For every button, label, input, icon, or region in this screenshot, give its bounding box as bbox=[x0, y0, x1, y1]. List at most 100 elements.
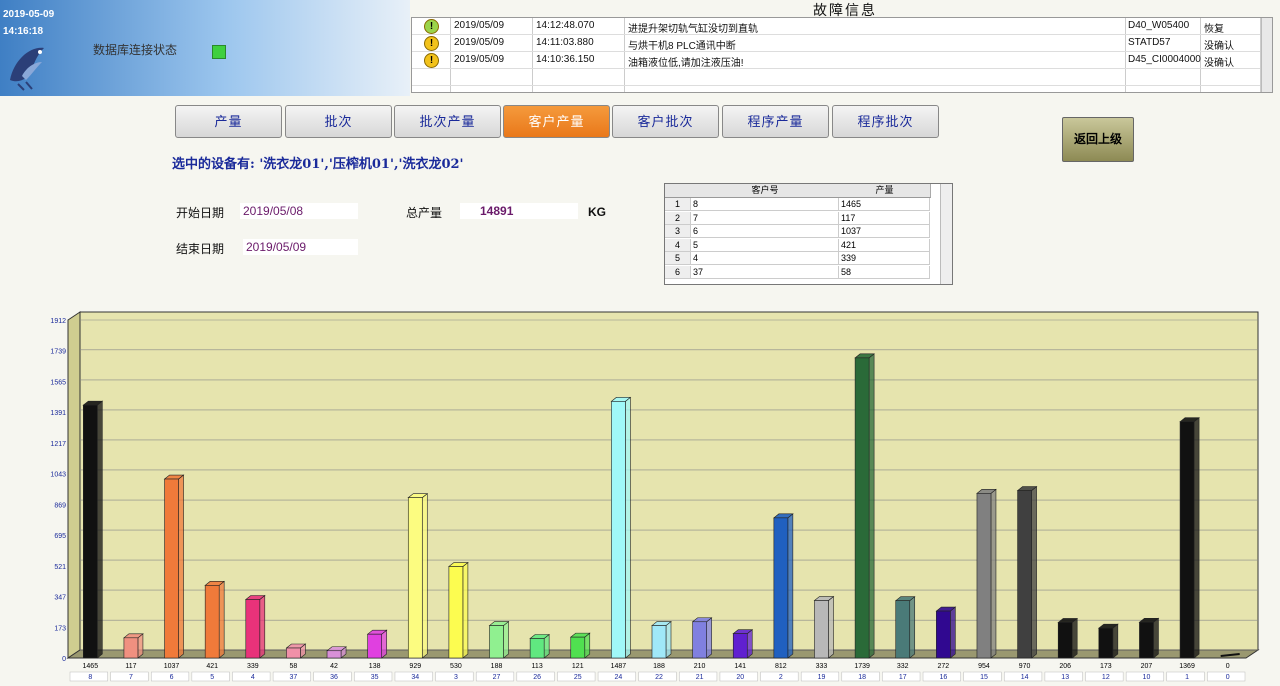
cell-customer: 37 bbox=[691, 265, 839, 279]
tab-output[interactable]: 产量 bbox=[175, 105, 282, 138]
cell-qty: 339 bbox=[839, 252, 930, 265]
bar-value-label: 970 bbox=[1019, 663, 1031, 670]
fault-code: STATD57 bbox=[1128, 37, 1171, 48]
fault-code: D45_CI0004000 bbox=[1128, 54, 1201, 65]
tab-customer-output[interactable]: 客户产量 bbox=[503, 105, 610, 138]
y-tick-label: 173 bbox=[54, 625, 66, 632]
category-label: 5 bbox=[210, 674, 214, 681]
bar bbox=[611, 401, 626, 659]
table-scrollbar[interactable] bbox=[940, 184, 952, 284]
tab-batch-output[interactable]: 批次产量 bbox=[394, 105, 501, 138]
category-label: 37 bbox=[290, 674, 298, 681]
category-label: 35 bbox=[371, 674, 379, 681]
category-label: 20 bbox=[736, 674, 744, 681]
bar bbox=[651, 625, 667, 659]
category-label: 13 bbox=[1061, 674, 1069, 681]
cell-qty: 117 bbox=[839, 211, 930, 225]
bar-value-label: 929 bbox=[409, 663, 421, 670]
bar-side bbox=[950, 606, 956, 659]
table-corner bbox=[665, 184, 692, 198]
fault-scrollbar[interactable] bbox=[1261, 18, 1272, 92]
bar-value-label: 1369 bbox=[1179, 663, 1195, 670]
cell-customer: 8 bbox=[691, 198, 839, 211]
bar-value-label: 333 bbox=[816, 663, 828, 670]
category-label: 17 bbox=[899, 674, 907, 681]
tab-batch[interactable]: 批次 bbox=[285, 105, 392, 138]
bar-value-label: 121 bbox=[572, 663, 584, 670]
bar-value-label: 1739 bbox=[854, 663, 870, 670]
fault-message: 与烘干机8 PLC通讯中断 bbox=[628, 41, 736, 52]
db-status-label: 数据库连接状态 bbox=[93, 43, 178, 57]
fault-row[interactable]: ! 2019/05/09 14:12:48.070 进提升架切轨气缸没切到直轨 … bbox=[412, 18, 1260, 35]
y-tick-label: 1565 bbox=[50, 379, 66, 386]
bar-side bbox=[218, 580, 225, 659]
bar-side bbox=[787, 513, 794, 659]
cell-customer: 7 bbox=[691, 211, 839, 225]
bar bbox=[367, 633, 382, 659]
bar bbox=[570, 636, 586, 659]
start-date-field[interactable]: 2019/05/08 bbox=[240, 203, 358, 219]
category-label: 1 bbox=[1185, 674, 1189, 681]
bar-side bbox=[1153, 617, 1159, 659]
bar bbox=[1098, 627, 1114, 659]
cell-customer: 5 bbox=[691, 238, 839, 252]
fault-list[interactable]: ! 2019/05/09 14:12:48.070 进提升架切轨气缸没切到直轨 … bbox=[411, 17, 1273, 93]
bar-value-label: 332 bbox=[897, 663, 909, 670]
bar bbox=[529, 638, 545, 659]
bar-side bbox=[868, 353, 875, 659]
bar-side bbox=[1112, 623, 1119, 659]
bar bbox=[286, 647, 301, 659]
header-banner bbox=[0, 0, 410, 96]
fault-row[interactable]: ! 2019/05/09 14:11:03.880 与烘干机8 PLC通讯中断 … bbox=[412, 35, 1260, 52]
bar bbox=[448, 566, 464, 659]
bar-side bbox=[909, 596, 916, 659]
table-header-qty[interactable]: 产量 bbox=[839, 184, 931, 198]
tab-program-batch[interactable]: 程序批次 bbox=[832, 105, 939, 138]
fault-row[interactable]: ! 2019/05/09 14:10:36.150 油箱液位低,请加注液压油! … bbox=[412, 52, 1260, 69]
category-label: 15 bbox=[980, 674, 988, 681]
y-tick-label: 1043 bbox=[50, 472, 66, 479]
category-label: 25 bbox=[574, 674, 582, 681]
customer-output-chart: 0173347521695869104312171391156517391912… bbox=[50, 311, 1260, 682]
bar-value-label: 188 bbox=[491, 663, 503, 670]
category-label: 6 bbox=[170, 674, 174, 681]
bar-side bbox=[381, 629, 387, 659]
y-tick-label: 869 bbox=[54, 502, 66, 509]
bar-value-label: 339 bbox=[247, 663, 259, 670]
category-label: 19 bbox=[818, 674, 826, 681]
bar bbox=[814, 600, 829, 659]
warning-icon: ! bbox=[424, 36, 439, 51]
cell-qty: 58 bbox=[839, 265, 930, 279]
category-label: 26 bbox=[533, 674, 541, 681]
cell-qty: 1037 bbox=[839, 225, 930, 238]
row-number: 6 bbox=[665, 265, 691, 279]
row-number: 4 bbox=[665, 238, 691, 252]
bar-side bbox=[178, 474, 184, 659]
tab-program-output[interactable]: 程序产量 bbox=[722, 105, 829, 138]
back-button[interactable]: 返回上级 bbox=[1062, 117, 1134, 162]
end-date-field[interactable]: 2019/05/09 bbox=[243, 239, 358, 255]
fault-row-empty bbox=[412, 69, 1260, 86]
bar bbox=[1017, 490, 1032, 659]
category-label: 36 bbox=[330, 674, 338, 681]
category-label: 18 bbox=[858, 674, 866, 681]
table-header-customer[interactable]: 客户号 bbox=[691, 184, 840, 198]
y-tick-label: 521 bbox=[54, 564, 66, 571]
current-date: 2019-05-09 bbox=[3, 9, 55, 20]
category-label: 27 bbox=[493, 674, 501, 681]
bar-value-label: 530 bbox=[450, 663, 462, 670]
end-date-label: 结束日期 bbox=[176, 242, 225, 256]
bar-value-label: 954 bbox=[978, 663, 990, 670]
bar bbox=[83, 404, 98, 659]
bar-value-label: 113 bbox=[532, 663, 543, 670]
bar bbox=[936, 610, 951, 659]
fault-status: 恢复 bbox=[1204, 24, 1224, 35]
bar-value-label: 173 bbox=[1100, 663, 1112, 670]
tab-customer-batch[interactable]: 客户批次 bbox=[612, 105, 719, 138]
bar-side bbox=[746, 629, 753, 659]
bar bbox=[854, 357, 870, 659]
customer-output-table[interactable]: 客户号 产量 1 8 1465 2 7 117 3 6 1037 4 5 421 5 4 339 6 37 58 bbox=[664, 183, 953, 285]
bar-value-label: 0 bbox=[1226, 663, 1230, 670]
cell-qty: 1465 bbox=[839, 198, 930, 211]
bar-value-label: 117 bbox=[125, 663, 136, 670]
